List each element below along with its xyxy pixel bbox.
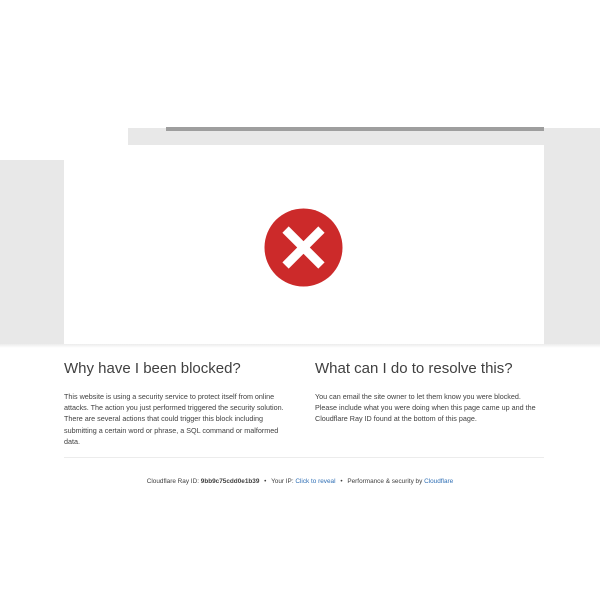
- window-top-bar: [166, 127, 544, 131]
- footer-divider: [64, 457, 544, 458]
- backdrop-band-right: [544, 128, 600, 344]
- error-x-icon: [264, 208, 343, 287]
- resolve-text: You can email the site owner to let them…: [315, 392, 536, 424]
- backdrop-band-left: [0, 160, 64, 344]
- ip-label: Your IP:: [271, 478, 294, 485]
- blocked-page: Why have I been blocked? This website is…: [0, 0, 600, 600]
- backdrop-fade: [0, 344, 600, 348]
- why-blocked-section: Why have I been blocked? This website is…: [64, 358, 286, 447]
- why-blocked-text: This website is using a security service…: [64, 392, 284, 446]
- ray-id-value: 9bb9c75cdd0e1b39: [200, 478, 260, 485]
- resolve-heading: What can I do to resolve this?: [315, 360, 513, 377]
- footer-separator: •: [340, 478, 343, 485]
- why-blocked-heading: Why have I been blocked?: [64, 360, 241, 377]
- footer: Cloudflare Ray ID: 9bb9c75cdd0e1b39 • Yo…: [0, 477, 600, 487]
- ray-id-label: Cloudflare Ray ID:: [146, 478, 199, 485]
- cloudflare-link[interactable]: Cloudflare: [424, 478, 453, 485]
- performance-label: Performance & security by: [347, 478, 423, 485]
- reveal-ip-link[interactable]: Click to reveal: [295, 478, 335, 485]
- resolve-section: What can I do to resolve this? You can e…: [315, 358, 544, 425]
- footer-separator: •: [264, 478, 267, 485]
